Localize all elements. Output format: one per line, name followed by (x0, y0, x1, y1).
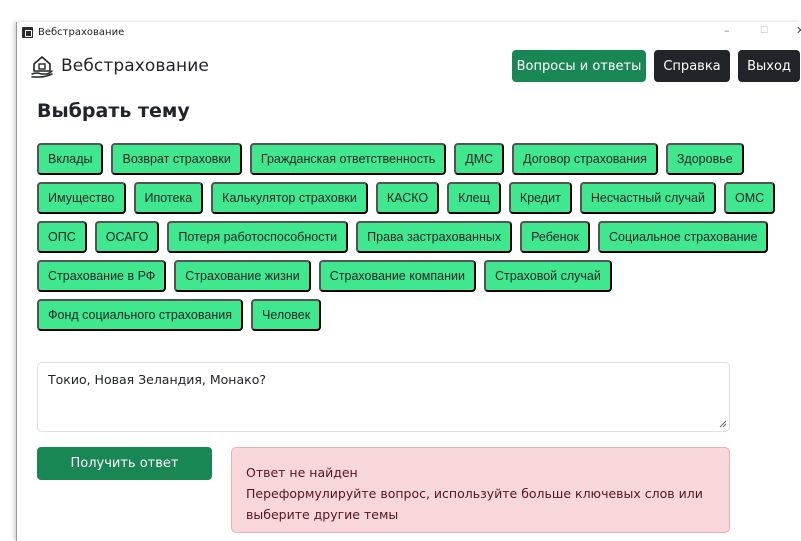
minimize-icon[interactable]: – (724, 24, 730, 38)
topic-button[interactable]: ОМС (723, 182, 776, 214)
exit-button[interactable]: Выход (738, 50, 800, 82)
question-input[interactable] (37, 362, 730, 432)
topic-row: Страхование в РФ Страхование жизни Страхов… (37, 260, 797, 292)
topic-row: Фонд социального страхования Человек (37, 299, 797, 331)
topic-button[interactable]: Права застрахованных (356, 221, 513, 253)
topic-button[interactable]: Страхование жизни (174, 260, 311, 292)
help-button[interactable]: Справка (654, 50, 730, 82)
topic-button[interactable]: Калькулятор страховки (211, 182, 368, 214)
topic-button[interactable]: Несчастный случай (579, 182, 716, 214)
get-answer-button[interactable]: Получить ответ (37, 447, 212, 480)
brand: Вебстрахование (31, 54, 209, 78)
section-title: Выбрать тему (37, 100, 190, 122)
topic-button[interactable]: Страховой случай (483, 260, 612, 292)
topic-row: Вклады Возврат страховки Гражданская ответ… (37, 143, 797, 175)
topic-button[interactable]: Имущество (37, 182, 126, 214)
answer-alert: Ответ не найден Переформулируйте вопрос,… (231, 447, 730, 533)
topic-button[interactable]: Фонд социального страхования (37, 299, 243, 331)
topic-button[interactable]: Ипотека (133, 182, 204, 214)
topic-button[interactable]: Страхование компании (318, 260, 476, 292)
topic-button[interactable]: Здоровье (665, 143, 744, 175)
topic-button[interactable]: ОПС (37, 221, 87, 253)
topic-button[interactable]: Возврат страховки (111, 143, 242, 175)
faq-button[interactable]: Вопросы и ответы (512, 50, 646, 82)
close-icon[interactable]: ✕ (796, 24, 801, 38)
maximize-icon[interactable]: ☐ (760, 24, 768, 38)
brand-name: Вебстрахование (61, 56, 209, 76)
topic-button[interactable]: Человек (250, 299, 322, 331)
topic-button[interactable]: КАСКО (375, 182, 440, 214)
app-header: Вебстрахование Вопросы и ответы Справка … (17, 50, 801, 86)
app-window: Вебстрахование – ☐ ✕ Вебстрахование Вопр… (16, 22, 801, 541)
topic-row: ОПС ОСАГО Потеря работоспособности Права за… (37, 221, 797, 253)
resize-grip-icon[interactable] (719, 420, 727, 428)
topic-button[interactable]: Гражданская ответственность (249, 143, 447, 175)
topic-button[interactable]: Кредит (508, 182, 572, 214)
alert-message-line1: Переформулируйте вопрос, используйте бол… (246, 486, 703, 501)
topic-button[interactable]: Договор страхования (512, 143, 658, 175)
app-icon (22, 26, 33, 38)
topic-button[interactable]: Потеря работоспособности (167, 221, 349, 253)
topic-list: Вклады Возврат страховки Гражданская ответ… (37, 143, 797, 338)
topic-button[interactable]: Страхование в РФ (37, 260, 167, 292)
topic-button[interactable]: Клещ (447, 182, 501, 214)
topic-button[interactable]: ОСАГО (94, 221, 160, 253)
topic-button[interactable]: Социальное страхование (598, 221, 769, 253)
window-title: Вебстрахование (38, 26, 125, 38)
topic-button[interactable]: Вклады (37, 143, 104, 175)
topic-row: Имущество Ипотека Калькулятор страховки КАС… (37, 182, 797, 214)
alert-message-line2: выберите другие темы (246, 507, 399, 522)
alert-title: Ответ не найден (246, 465, 358, 480)
house-hand-icon (31, 56, 53, 78)
window-titlebar[interactable]: Вебстрахование – ☐ ✕ (17, 22, 801, 42)
topic-button[interactable]: Ребенок (520, 221, 591, 253)
topic-button[interactable]: ДМС (454, 143, 505, 175)
